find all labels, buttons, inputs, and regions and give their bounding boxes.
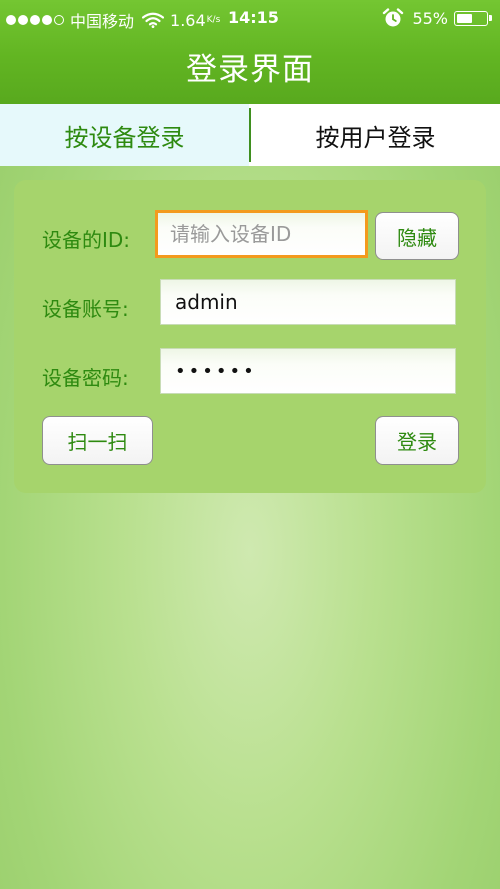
device-id-label: 设备的ID: <box>42 228 131 252</box>
status-right: 55% <box>382 8 492 28</box>
status-left: 中国移动 1.64 K/s <box>6 8 220 32</box>
scan-qr-button[interactable]: 扫一扫 <box>42 416 153 465</box>
device-account-label: 设备账号: <box>42 297 129 321</box>
login-button[interactable]: 登录 <box>375 416 459 465</box>
tab-user-login[interactable]: 按用户登录 <box>251 104 500 166</box>
tab-device-login[interactable]: 按设备登录 <box>0 104 249 166</box>
device-password-label: 设备密码: <box>42 366 129 390</box>
signal-dot <box>18 15 28 25</box>
page-title: 登录界面 <box>186 52 314 88</box>
network-speed: 1.64 <box>170 10 206 30</box>
battery-cap <box>489 14 492 21</box>
wifi-icon <box>142 12 165 28</box>
device-id-input[interactable] <box>155 210 368 258</box>
device-account-input[interactable] <box>160 279 456 325</box>
battery-icon <box>454 10 492 26</box>
device-password-input[interactable] <box>160 348 456 394</box>
carrier-name: 中国移动 <box>70 12 135 31</box>
network-speed-unit: K/s <box>206 15 221 25</box>
battery-fill <box>457 13 472 23</box>
alarm-clock-icon <box>383 8 404 27</box>
signal-dot <box>6 15 16 25</box>
signal-dot <box>54 15 64 25</box>
battery-percent: 55% <box>412 8 448 28</box>
signal-strength-icon <box>6 15 66 25</box>
clock-time: 14:15 <box>228 8 279 27</box>
status-bar: 中国移动 1.64 K/s 14:15 55% <box>0 0 500 36</box>
login-mode-tabs: 按设备登录 按用户登录 <box>0 104 500 166</box>
hide-button[interactable]: 隐藏 <box>375 212 459 260</box>
app-header: 中国移动 1.64 K/s 14:15 55% 登录界面 <box>0 0 500 104</box>
signal-dot <box>42 15 52 25</box>
login-form-card: 设备的ID: 隐藏 设备账号: 设备密码: 扫一扫 登录 <box>14 180 486 493</box>
signal-dot <box>30 15 40 25</box>
